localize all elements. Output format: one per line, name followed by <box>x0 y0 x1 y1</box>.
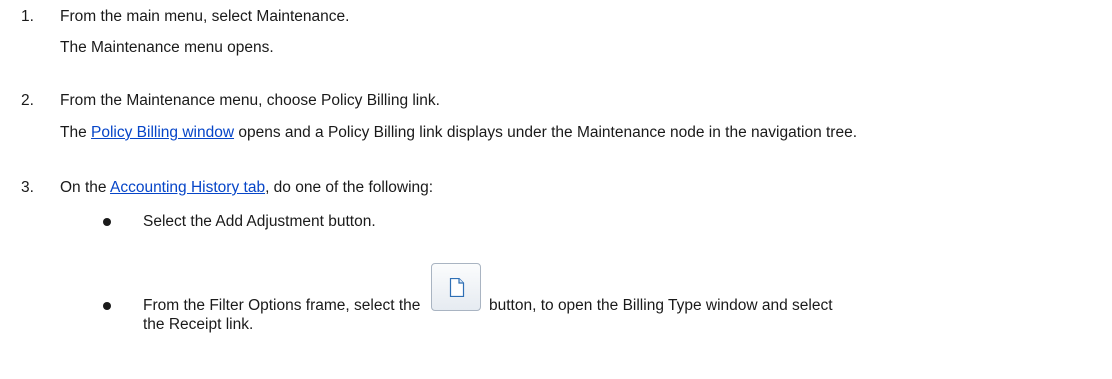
new-document-icon <box>449 278 465 297</box>
new-document-button[interactable] <box>431 263 481 311</box>
bullet-marker <box>103 218 111 226</box>
step-number: 2. <box>21 92 34 109</box>
step-2-result-before: The <box>60 124 92 141</box>
bullet-add-adjustment: Select the Add Adjustment button. <box>143 213 376 230</box>
step-3-before: On the <box>60 179 110 196</box>
step-1-instruction: From the main menu, select Maintenance. <box>60 8 350 25</box>
bullet-filter-options-part1: From the Filter Options frame, select th… <box>143 297 421 314</box>
step-3-after: , do one of the following: <box>265 179 434 196</box>
step-2-instruction: From the Maintenance menu, choose Policy… <box>60 92 440 109</box>
step-number: 1. <box>21 8 34 25</box>
policy-billing-window-link[interactable]: Policy Billing window <box>91 124 234 141</box>
bullet-filter-options-part3: the Receipt link. <box>143 316 254 333</box>
bullet-filter-options-part2: button, to open the Billing Type window … <box>489 297 833 314</box>
step-number: 3. <box>21 179 34 196</box>
step-2-result: The Policy Billing window opens and a Po… <box>60 123 1100 142</box>
step-2-result-after: opens and a Policy Billing link displays… <box>234 124 858 141</box>
step-3-instruction: On the Accounting History tab, do one of… <box>60 177 433 199</box>
bullet-marker <box>103 302 111 310</box>
accounting-history-tab-link[interactable]: Accounting History tab <box>110 179 265 196</box>
step-1-result: The Maintenance menu opens. <box>60 39 274 56</box>
